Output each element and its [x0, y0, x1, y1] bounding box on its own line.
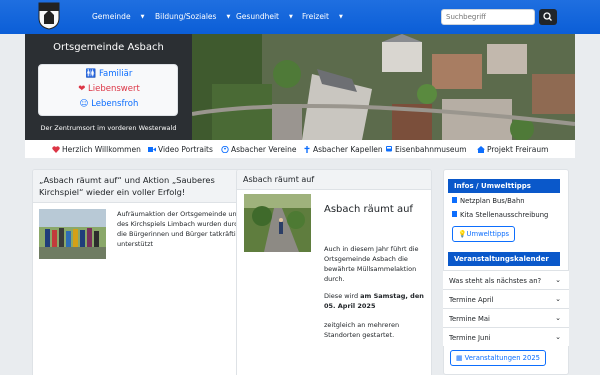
search-icon — [543, 12, 552, 21]
top-navbar: Gemeinde ▼ Bildung/Soziales ▼ Gesundheit ▼ … — [0, 0, 600, 34]
hero-tagline-box: 🚻 Familiär ❤ Liebenswert ☺ Lebensfroh — [38, 64, 178, 116]
card2-header: Asbach räumt auf — [237, 170, 431, 190]
link-asbacher-vereine[interactable]: Asbacher Vereine — [221, 145, 297, 154]
aerial-town-photo — [192, 34, 575, 140]
nav-freizeit[interactable]: Freizeit ▼ — [302, 12, 343, 21]
quick-links-bar: Herzlich Willkommen Video Portraits Asba… — [25, 140, 575, 158]
veranstaltungen-button[interactable]: ▦ Veranstaltungen 2025 — [450, 350, 546, 366]
nav-gesundheit[interactable]: Gesundheit ▼ — [236, 12, 293, 21]
document-icon — [452, 197, 457, 203]
group-photo[interactable] — [39, 209, 106, 259]
train-icon — [386, 146, 392, 152]
hero-banner: Ortsgemeinde Asbach 🚻 Familiär ❤ Liebens… — [25, 34, 575, 140]
tagline-liebenswert: ❤ Liebenswert — [78, 84, 140, 94]
link-herzlich-willkommen[interactable]: Herzlich Willkommen — [52, 145, 141, 154]
card2-heading: Asbach räumt auf — [324, 204, 413, 215]
card2-paragraph: Auch in diesem Jahr führt die Ortsgemein… — [324, 245, 419, 283]
calendar-icon: ▦ — [456, 354, 465, 362]
accordion-termine-juni[interactable]: Termine Juni ⌄ — [443, 327, 569, 346]
accordion-termine-mai[interactable]: Termine Mai ⌄ — [443, 308, 569, 327]
link-eisenbahnmuseum[interactable]: Eisenbahnmuseum — [385, 145, 467, 154]
chevron-down-icon: ⌄ — [555, 276, 561, 284]
chevron-down-icon: ⌄ — [555, 333, 561, 341]
chevron-down-icon: ⌄ — [555, 314, 561, 322]
sidebar-link-kita[interactable]: Kita Stellenausschreibung — [452, 211, 548, 219]
tagline-familiaer: 🚻 Familiär — [85, 69, 133, 79]
news-card-aufraeumaktion: „Asbach räumt auf“ und Aktion „Sauberes … — [32, 169, 254, 375]
tagline-lebensfroh: ☺ Lebensfroh — [79, 99, 139, 109]
cross-icon — [304, 146, 310, 153]
people-circle-icon — [221, 146, 229, 153]
sidebar-link-netzplan[interactable]: Netzplan Bus/Bahn — [452, 197, 525, 205]
heart-icon — [52, 146, 60, 153]
news-card-title[interactable]: „Asbach räumt auf“ und Aktion „Sauberes … — [33, 170, 253, 203]
card2-paragraph-2: zeitgleich an mehreren Standorten gestar… — [324, 321, 400, 339]
link-video-portraits[interactable]: Video Portraits — [148, 145, 213, 154]
hero-title: Ortsgemeinde Asbach — [53, 42, 164, 53]
sidebar-info-title: Infos / Umwelttipps — [448, 179, 560, 193]
path-cleanup-photo[interactable] — [244, 194, 311, 252]
coat-of-arms-logo[interactable] — [38, 2, 60, 30]
hero-subtitle: Der Zentrumsort im vorderen Westerwald — [40, 124, 177, 132]
link-asbacher-kapellen[interactable]: Asbacher Kapellen — [303, 145, 383, 154]
chevron-down-icon: ⌄ — [555, 295, 561, 303]
card2-date-text: Diese wird am Samstag, den 05. April 202… — [324, 292, 424, 310]
nav-gemeinde[interactable]: Gemeinde ▼ — [92, 12, 144, 21]
hero-panel: Ortsgemeinde Asbach 🚻 Familiär ❤ Liebens… — [25, 34, 192, 140]
umwelttipps-button[interactable]: 💡Umwelttipps — [452, 226, 516, 242]
nav-bildung-soziales[interactable]: Bildung/Soziales ▼ — [155, 12, 230, 21]
news-card-text: Aufräumaktion der Ortsgemeinde und des K… — [117, 210, 242, 248]
video-camera-icon — [148, 147, 156, 152]
accordion-termine-april[interactable]: Termine April ⌄ — [443, 289, 569, 308]
search-input[interactable] — [441, 9, 535, 25]
search-button[interactable] — [539, 9, 557, 25]
house-icon — [477, 146, 485, 153]
news-card-asbach-raeumt-auf: Asbach räumt auf Asbach räumt auf Auch i… — [236, 169, 432, 375]
link-projekt-freiraum[interactable]: Projekt Freiraum — [477, 145, 548, 154]
document-icon — [452, 211, 457, 217]
accordion-next-events[interactable]: Was steht als nächstes an? ⌄ — [443, 270, 569, 289]
sidebar-calendar-title: Veranstaltungskalender — [448, 252, 560, 266]
